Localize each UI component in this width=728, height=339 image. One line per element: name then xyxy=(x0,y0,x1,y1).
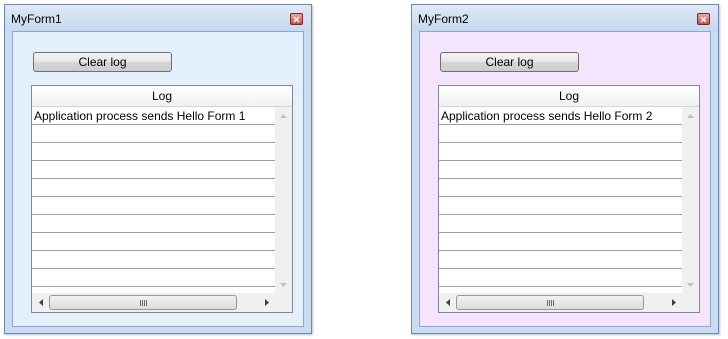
log-row[interactable] xyxy=(32,179,275,197)
clear-log-button[interactable]: Clear log xyxy=(33,52,172,72)
log-listview[interactable]: Log Application process sends Hello Form… xyxy=(438,85,700,313)
log-row[interactable] xyxy=(32,215,275,233)
log-row[interactable] xyxy=(32,143,275,161)
scroll-thumb[interactable] xyxy=(49,295,237,310)
horizontal-scrollbar[interactable] xyxy=(32,293,275,312)
log-row[interactable] xyxy=(32,269,275,287)
log-row[interactable] xyxy=(32,233,275,251)
vertical-scrollbar[interactable] xyxy=(275,107,292,293)
form2-window: MyForm2 Clear log Log Application proces… xyxy=(411,4,719,334)
log-row[interactable]: Application process sends Hello Form 2 xyxy=(439,107,682,125)
horizontal-scrollbar[interactable] xyxy=(439,293,682,312)
log-listview[interactable]: Log Application process sends Hello Form… xyxy=(31,85,293,313)
log-rows: Application process sends Hello Form 1 xyxy=(32,107,275,293)
log-row[interactable] xyxy=(439,197,682,215)
close-icon xyxy=(293,16,300,22)
log-row[interactable] xyxy=(439,161,682,179)
form1-window: MyForm1 Clear log Log Application proces… xyxy=(4,4,312,334)
arrow-down-icon xyxy=(687,282,694,287)
log-row[interactable] xyxy=(439,269,682,287)
scroll-right-button[interactable] xyxy=(258,294,275,311)
scroll-down-button[interactable] xyxy=(682,276,699,293)
arrow-left-icon xyxy=(445,299,450,306)
arrow-down-icon xyxy=(280,282,287,287)
scroll-thumb[interactable] xyxy=(456,295,644,310)
form1-titlebar[interactable]: MyForm1 xyxy=(5,5,311,31)
form1-client-area: Clear log Log Application process sends … xyxy=(12,31,304,327)
log-column-header[interactable]: Log xyxy=(32,86,292,107)
scrollbar-corner xyxy=(275,293,292,312)
log-row[interactable] xyxy=(439,179,682,197)
form2-client-area: Clear log Log Application process sends … xyxy=(419,31,711,327)
log-row[interactable] xyxy=(439,251,682,269)
log-row[interactable] xyxy=(439,215,682,233)
log-row[interactable] xyxy=(439,125,682,143)
window-title: MyForm1 xyxy=(11,12,62,26)
log-row[interactable] xyxy=(32,125,275,143)
arrow-left-icon xyxy=(38,299,43,306)
grip-icon xyxy=(546,299,554,306)
close-button[interactable] xyxy=(290,13,303,25)
log-row[interactable]: Application process sends Hello Form 1 xyxy=(32,107,275,125)
scroll-down-button[interactable] xyxy=(275,276,292,293)
log-row[interactable] xyxy=(439,143,682,161)
log-row[interactable] xyxy=(32,251,275,269)
log-row[interactable] xyxy=(32,161,275,179)
scroll-up-button[interactable] xyxy=(682,107,699,124)
scroll-right-button[interactable] xyxy=(665,294,682,311)
scroll-up-button[interactable] xyxy=(275,107,292,124)
close-icon xyxy=(700,16,707,22)
arrow-up-icon xyxy=(687,113,694,118)
log-row[interactable] xyxy=(32,197,275,215)
arrow-right-icon xyxy=(671,299,676,306)
scroll-left-button[interactable] xyxy=(439,294,456,311)
scroll-left-button[interactable] xyxy=(32,294,49,311)
window-title: MyForm2 xyxy=(418,12,469,26)
log-rows: Application process sends Hello Form 2 xyxy=(439,107,682,293)
clear-log-button[interactable]: Clear log xyxy=(440,52,579,72)
grip-icon xyxy=(139,299,147,306)
vertical-scrollbar[interactable] xyxy=(682,107,699,293)
scrollbar-corner xyxy=(682,293,699,312)
log-column-header[interactable]: Log xyxy=(439,86,699,107)
log-row[interactable] xyxy=(439,233,682,251)
arrow-right-icon xyxy=(264,299,269,306)
form2-titlebar[interactable]: MyForm2 xyxy=(412,5,718,31)
arrow-up-icon xyxy=(280,113,287,118)
close-button[interactable] xyxy=(697,13,710,25)
